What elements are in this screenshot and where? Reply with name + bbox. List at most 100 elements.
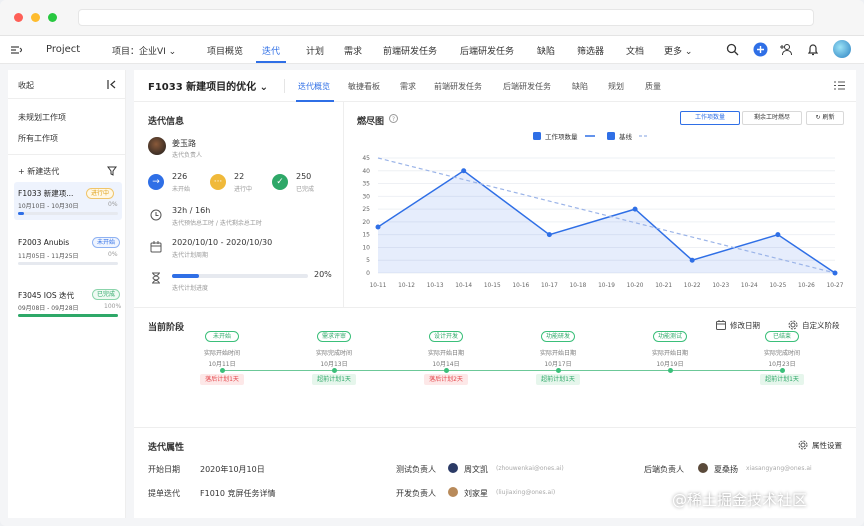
stage-date: 10月23日 — [768, 361, 796, 368]
x-tick-label: 10-23 — [712, 283, 729, 289]
stage-status-tag: 超前计划1天 — [536, 374, 580, 385]
nav-item-overview[interactable]: 项目概览 — [207, 44, 243, 57]
burndown-panel: 燃尽图 ? 工作项数量 剩余工时燃尽 ↻ 刷新 工作项数量 基线 0 5 10 15 20 25… — [345, 102, 856, 307]
divider — [8, 98, 126, 99]
stage-date: 10月13日 — [320, 361, 348, 368]
refresh-button[interactable]: ↻ 刷新 — [806, 111, 844, 125]
minimize-window-button[interactable] — [31, 13, 40, 22]
dev-owner-label: 开发负责人 — [396, 489, 436, 498]
nav-item-docs[interactable]: 文档 — [626, 44, 644, 57]
iteration-card[interactable]: F1033 新建项... 进行中 10月10日 - 10月30日 0% — [14, 182, 122, 220]
stage-date: 10月14日 — [432, 361, 460, 368]
search-icon[interactable] — [726, 43, 739, 56]
data-point — [546, 232, 552, 238]
y-tick-label: 45 — [362, 155, 370, 162]
stat-label-done: 已完成 — [296, 186, 315, 193]
add-button-icon[interactable] — [753, 42, 768, 57]
nav-item-defects[interactable]: 缺陷 — [537, 44, 555, 57]
sidebar-item-unplanned[interactable]: 未规划工作项 — [18, 112, 66, 123]
work-items-toggle[interactable]: 工作项数量 — [680, 111, 740, 125]
stages-title: 当前阶段 — [148, 323, 185, 333]
dev-owner-name[interactable]: 刘家星 — [464, 488, 488, 499]
nav-item-plan[interactable]: 计划 — [306, 44, 324, 57]
data-point — [775, 232, 781, 238]
prev-iteration-value[interactable]: F1010 竞屏任务详情 — [200, 488, 276, 499]
iteration-card[interactable]: F2003 Anubis 未开始 11月05日 - 11月25日 0% — [14, 232, 122, 270]
close-window-button[interactable] — [14, 13, 23, 22]
stage-dot — [779, 368, 785, 373]
stage-pill[interactable]: 功能测试 — [653, 331, 687, 342]
time-value: 32h / 16h — [172, 206, 211, 215]
nav-item-filters[interactable]: 筛选器 — [577, 44, 604, 57]
nav-item-requirements[interactable]: 需求 — [344, 44, 362, 57]
test-owner-email: (zhouwenkai@ones.ai) — [496, 465, 564, 472]
list-view-icon[interactable] — [834, 81, 845, 90]
stage-note: 实际开始时间 — [203, 350, 240, 357]
user-avatar[interactable] — [833, 40, 851, 58]
help-icon[interactable]: ? — [389, 114, 398, 123]
iteration-sidebar: 收起 未规划工作项 所有工作项 + 新建迭代 F1033 新建项... 进行中 … — [8, 70, 126, 518]
add-member-icon[interactable] — [779, 43, 794, 56]
address-bar[interactable] — [78, 9, 814, 26]
iteration-card[interactable]: F3045 IOS 迭代 已完成 09月08日 - 09月28日 100% — [14, 282, 122, 320]
menu-icon[interactable] — [10, 45, 22, 55]
iteration-dates: 09月08日 - 09月28日 — [18, 305, 79, 312]
backend-owner-name[interactable]: 夏桑扬 — [714, 464, 738, 475]
test-owner-name[interactable]: 周文凯 — [464, 464, 488, 475]
stage-status-tag: 落后计划1天 — [200, 374, 244, 385]
divider — [284, 79, 285, 93]
tab-backend[interactable]: 后端研发任务 — [503, 81, 551, 92]
custom-stage-button[interactable]: 自定义阶段 — [802, 320, 840, 331]
stage-pill[interactable]: 设计开发 — [429, 331, 463, 342]
owner-role: 迭代负责人 — [172, 152, 203, 159]
stage-date: 10月17日 — [544, 361, 572, 368]
burndown-chart: 工作项数量 基线 0 5 10 15 20 25 30 35 40 45 10-11 10-12 10-13… — [362, 132, 844, 289]
project-label: Project — [46, 44, 81, 55]
iteration-title[interactable]: F1033 新建项目的优化 ⌄ — [148, 78, 268, 93]
iteration-dates: 11月05日 - 11月25日 — [18, 253, 79, 260]
iteration-progress-text: 0% — [108, 201, 118, 208]
attribute-settings-button[interactable]: 属性设置 — [812, 440, 842, 451]
tab-requirements[interactable]: 需求 — [400, 81, 416, 92]
tab-overview[interactable]: 迭代概览 — [298, 81, 330, 92]
new-iteration-button[interactable]: + 新建迭代 — [18, 166, 59, 177]
stage-pill[interactable]: 功能研发 — [541, 331, 575, 342]
progress-fill — [18, 314, 118, 317]
stages-panel: 当前阶段 修改日期 自定义阶段 未开始 实际开始时间 10月11日 落后计划1天 需求评… — [134, 307, 856, 427]
start-date-label: 开始日期 — [148, 465, 180, 474]
x-tick-label: 10-16 — [512, 283, 529, 289]
tab-quality[interactable]: 质量 — [645, 81, 661, 92]
stage-pill[interactable]: 未开始 — [205, 331, 239, 342]
calendar-icon — [150, 241, 162, 253]
nav-item-frontend-tasks[interactable]: 前端研发任务 — [383, 44, 437, 57]
period-label: 迭代计划周期 — [172, 252, 209, 259]
tab-kanban[interactable]: 敏捷看板 — [348, 81, 380, 92]
nav-item-backend-tasks[interactable]: 后端研发任务 — [460, 44, 514, 57]
stage-note: 实际开始日期 — [651, 350, 688, 357]
sidebar-item-all-items[interactable]: 所有工作项 — [18, 133, 58, 144]
nav-item-more[interactable]: 更多 ⌄ — [664, 44, 692, 57]
maximize-window-button[interactable] — [48, 13, 57, 22]
nav-item-iteration[interactable]: 迭代 — [262, 44, 280, 57]
tab-defects[interactable]: 缺陷 — [572, 81, 588, 92]
iteration-progress-text: 100% — [104, 303, 122, 310]
tab-frontend[interactable]: 前端研发任务 — [434, 81, 482, 92]
stage-timeline — [222, 370, 782, 371]
edit-date-button[interactable]: 修改日期 — [730, 320, 760, 331]
stage-dot — [331, 368, 337, 373]
collapse-label[interactable]: 收起 — [18, 80, 34, 91]
stat-value-done: 250 — [296, 172, 312, 181]
stage-pill[interactable]: 需求评审 — [317, 331, 351, 342]
stage-dot — [219, 368, 225, 373]
filter-icon[interactable] — [107, 166, 117, 176]
collapse-sidebar-icon[interactable] — [107, 80, 117, 89]
nav-active-indicator — [256, 61, 286, 63]
tab-planning[interactable]: 规划 — [608, 81, 624, 92]
attributes-title: 迭代属性 — [148, 443, 185, 453]
project-select[interactable]: 项目：企业VI ⌄ — [112, 44, 176, 57]
y-tick-label: 15 — [362, 232, 370, 239]
stage-pill[interactable]: 已结束 — [765, 331, 799, 342]
remaining-hours-toggle[interactable]: 剩余工时燃尽 — [742, 111, 802, 125]
burndown-title: 燃尽图 — [357, 117, 385, 127]
bell-icon[interactable] — [807, 43, 819, 56]
